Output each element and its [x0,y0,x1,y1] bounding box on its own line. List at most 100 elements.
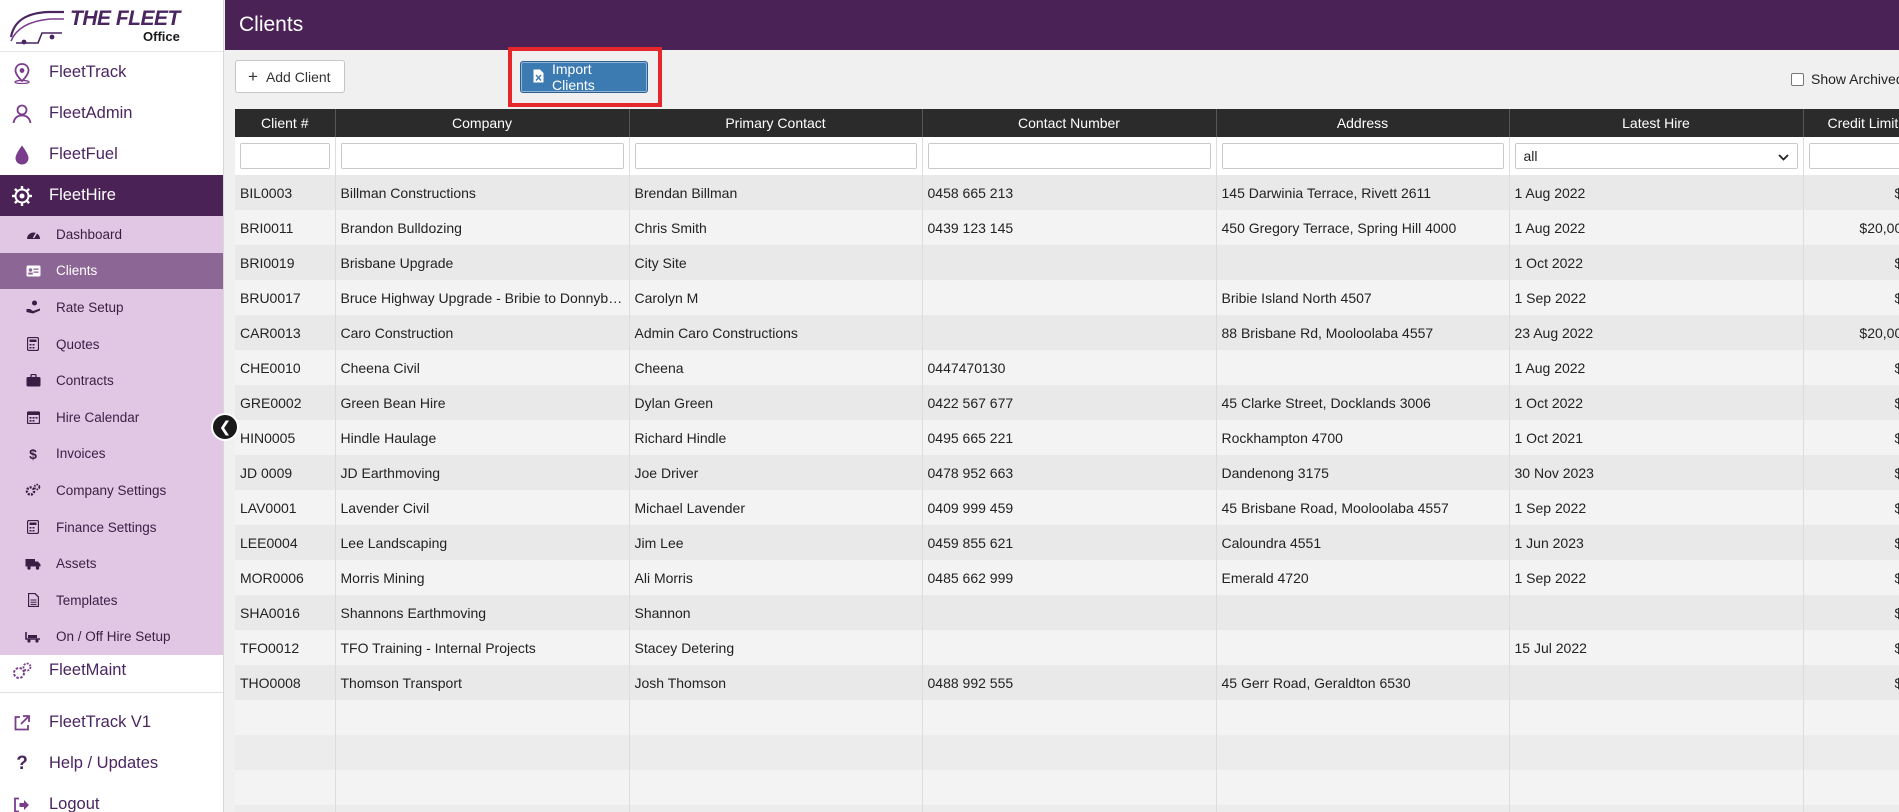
table-row[interactable]: GRE0002 Green Bean Hire Dylan Green 0422 56… [235,385,1899,420]
sidebar-item-label: Rate Setup [56,299,124,315]
cell-credit-limit: $20,000.00 [1803,210,1899,245]
gear-icon [10,184,34,208]
sidebar-item-label: Company Settings [56,482,167,498]
sidebar-item-company-settings[interactable]: Company Settings [0,472,223,509]
table-row[interactable]: BIL0003 Billman Constructions Brendan Bill… [235,175,1899,210]
table-row[interactable]: JD 0009 JD Earthmoving Joe Driver 0478 952 … [235,455,1899,490]
filter-credit-limit-input[interactable] [1808,143,1899,169]
filter-select-value: all [1523,148,1538,164]
sidebar-item-contracts[interactable]: Contracts [0,362,223,399]
sidebar-collapse-button[interactable]: ❮ [211,413,239,441]
page-title: Clients [239,13,304,36]
empty-cell [1509,805,1804,812]
filter-address-input[interactable] [1221,143,1504,169]
empty-cell [1509,735,1804,770]
id-card-icon [25,263,41,279]
sidebar-item-quotes[interactable]: Quotes [0,326,223,363]
table-row[interactable]: CHE0010 Cheena Civil Cheena 0447470130 1 Aug… [235,350,1899,385]
cell-company: Caro Construction [335,315,630,350]
sidebar-item-dashboard[interactable]: Dashboard [0,216,223,253]
cell-primary-contact: Jim Lee [629,525,923,560]
table-row[interactable]: MOR0006 Morris Mining Ali Morris 0485 662 9… [235,560,1899,595]
table-row[interactable]: LEE0004 Lee Landscaping Jim Lee 0459 855 62… [235,525,1899,560]
sidebar-item-fleetadmin[interactable]: FleetAdmin [0,93,223,134]
sidebar-item-fleethire[interactable]: FleetHire [0,175,223,216]
table-row[interactable]: SHA0016Shannons EarthmovingShannon $0.00 [235,595,1899,630]
add-client-button[interactable]: + Add Client [235,60,345,93]
column-header-latest-hire[interactable]: Latest Hire [1509,109,1804,137]
cell-latest-hire: 1 Sep 2022 [1509,560,1804,595]
import-clients-button[interactable]: Import Clients [520,61,648,93]
sidebar-item-fleettrack-v1[interactable]: FleetTrack V1 [0,702,223,743]
filter-cell [235,137,336,175]
sidebar-item-on-off-hire-setup[interactable]: On / Off Hire Setup [0,619,223,656]
logo-title: THE FLEET [70,7,180,30]
column-header-primary-contact[interactable]: Primary Contact [629,109,923,137]
cell-credit-limit: $0.00 [1803,595,1899,630]
sidebar-item-label: Clients [56,263,98,279]
sidebar-item-help-updates[interactable]: ? Help / Updates [0,743,223,784]
cell-credit-limit: $0.00 [1803,245,1899,280]
cell-primary-contact: City Site [629,245,923,280]
empty-table-row [235,805,1899,812]
empty-table-row [235,700,1899,735]
cell-address: 145 Darwinia Terrace, Rivett 2611 [1216,175,1510,210]
table-row[interactable]: TFO0012 TFO Training - Internal Projects S… [235,630,1899,665]
show-archived-checkbox[interactable] [1791,72,1804,86]
column-header-credit-limit[interactable]: Credit Limit [1803,109,1899,137]
cell-latest-hire: 1 Aug 2022 [1509,210,1804,245]
cell-address: Emerald 4720 [1216,560,1510,595]
filter-primary-contact-input[interactable] [634,143,917,169]
hand-coin-icon [25,299,41,315]
filter-latest-hire-select[interactable]: all [1514,143,1798,169]
filter-client-number-input[interactable] [240,143,330,169]
table-row[interactable]: CAR0013 Caro Construction Admin Caro Const… [235,315,1899,350]
cell-client-number: JD 0009 [235,455,336,490]
sidebar-item-finance-settings[interactable]: Finance Settings [0,509,223,546]
sidebar-item-invoices[interactable]: $ Invoices [0,436,223,473]
column-header-address[interactable]: Address [1216,109,1510,137]
chevron-left-icon: ❮ [218,419,232,436]
cell-contact-number [922,595,1217,630]
cogs-icon [25,482,41,498]
sidebar-item-fleettrack[interactable]: FleetTrack [0,52,223,93]
sidebar-item-assets[interactable]: Assets [0,545,223,582]
cell-client-number: LEE0004 [235,525,336,560]
column-header-client-number[interactable]: Client # [235,109,336,137]
empty-table-row [235,770,1899,805]
sidebar-item-hire-calendar[interactable]: Hire Calendar [0,399,223,436]
sidebar-item-label: Hire Calendar [56,409,140,425]
calendar-icon [25,409,41,425]
logo[interactable]: THE FLEET Office [0,0,223,52]
empty-cell [335,770,630,805]
cell-contact-number: 0485 662 999 [922,560,1217,595]
table-row[interactable]: BRI0019 Brisbane Upgrade City Site 1 Oct 20… [235,245,1899,280]
sidebar-divider [0,692,223,693]
sidebar-item-clients[interactable]: Clients [0,252,223,290]
cell-primary-contact: Ali Morris [629,560,923,595]
sidebar-item-logout[interactable]: Logout [0,784,223,812]
column-header-contact-number[interactable]: Contact Number [922,109,1217,137]
sidebar-item-rate-setup[interactable]: Rate Setup [0,289,223,326]
sidebar-item-fleetmaint[interactable]: FleetMaint [0,655,223,686]
table-row[interactable]: HIN0005 Hindle Haulage Richard Hindle 0495 … [235,420,1899,455]
filter-company-input[interactable] [340,143,624,169]
sidebar: THE FLEET Office FleetTrack FleetAdmin F… [0,0,224,812]
table-row[interactable]: THO0008 Thomson Transport Josh Thomson 0488… [235,665,1899,700]
column-header-company[interactable]: Company [335,109,630,137]
cell-contact-number: 0458 665 213 [922,175,1217,210]
empty-cell [922,700,1217,735]
empty-cell [235,805,336,812]
sidebar-item-label: FleetFuel [49,145,118,163]
table-row[interactable]: BRI0011 Brandon Bulldozing Chris Smith 0439… [235,210,1899,245]
sidebar-item-templates[interactable]: Templates [0,582,223,619]
sidebar-item-fleetfuel[interactable]: FleetFuel [0,134,223,175]
show-archived-label: Show Archived [1811,71,1899,87]
show-archived-toggle[interactable]: Show Archived [1791,71,1899,87]
sidebar-item-label: Contracts [56,373,114,389]
cell-latest-hire: 1 Oct 2022 [1509,385,1804,420]
filter-contact-number-input[interactable] [927,143,1211,169]
table-row[interactable]: LAV0001 Lavender Civil Michael Lavender 040… [235,490,1899,525]
cell-company: Brandon Bulldozing [335,210,630,245]
table-row[interactable]: BRU0017 Bruce Highway Upgrade - Bribie to… [235,280,1899,315]
